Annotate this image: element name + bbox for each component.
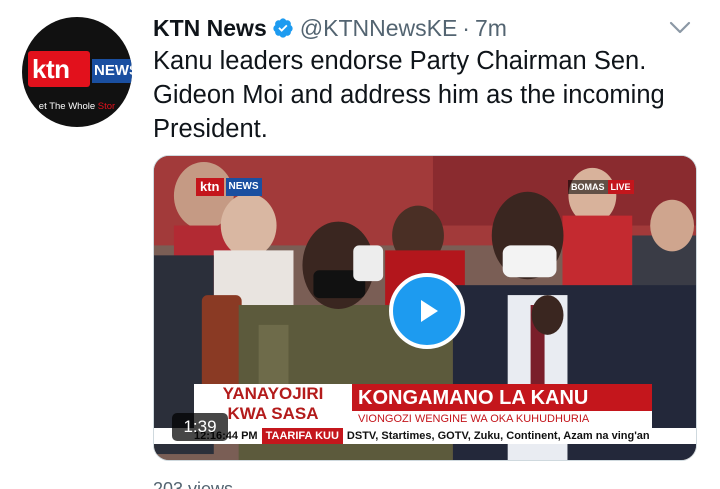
live-label: LIVE [607,180,634,194]
avatar[interactable]: ktn NEWS et The Whole Stor [22,17,132,127]
avatar-tagline: et The Whole Stor [38,101,116,112]
tweet-card[interactable]: ktn NEWS et The Whole Stor KTN News @KTN… [0,0,720,489]
avatar-news-logo: NEWS [94,62,132,79]
play-button[interactable] [389,273,465,349]
verified-badge-icon [273,18,293,38]
channel-logo: ktn NEWS [196,178,262,196]
account-name[interactable]: KTN News [153,15,267,42]
tweet-header: KTN News @KTNNewsKE · 7m [153,12,507,44]
video-player[interactable]: ktn NEWS BOMAS LIVE YANAYOJIRI KWA SASA … [153,155,697,461]
lower-third-subline: VIONGOZI WENGINE WA OKA KUHUDHURIA [352,411,652,428]
chevron-down-icon[interactable] [668,18,692,38]
ticker-label: TAARIFA KUU [261,428,343,444]
avatar-ktn-logo: ktn [32,54,70,84]
tweet-text: Kanu leaders endorse Party Chairman Sen.… [153,47,665,143]
play-icon [421,300,438,322]
view-count: 203 views [153,480,273,489]
live-bug: BOMAS LIVE [568,180,634,194]
tweet-timestamp[interactable]: 7m [475,15,507,42]
video-duration: 1:39 [172,413,228,441]
separator-dot: · [462,14,470,41]
ticker-text: DSTV, Startimes, GOTV, Zuku, Continent, … [346,430,650,442]
venue-label: BOMAS [568,180,608,194]
lower-third-headline: KONGAMANO LA KANU VIONGOZI WENGINE WA OK… [352,384,652,428]
account-handle[interactable]: @KTNNewsKE [300,15,458,42]
news-ticker: 12:16:44 PMTAARIFA KUUDSTV, Startimes, G… [154,428,696,444]
